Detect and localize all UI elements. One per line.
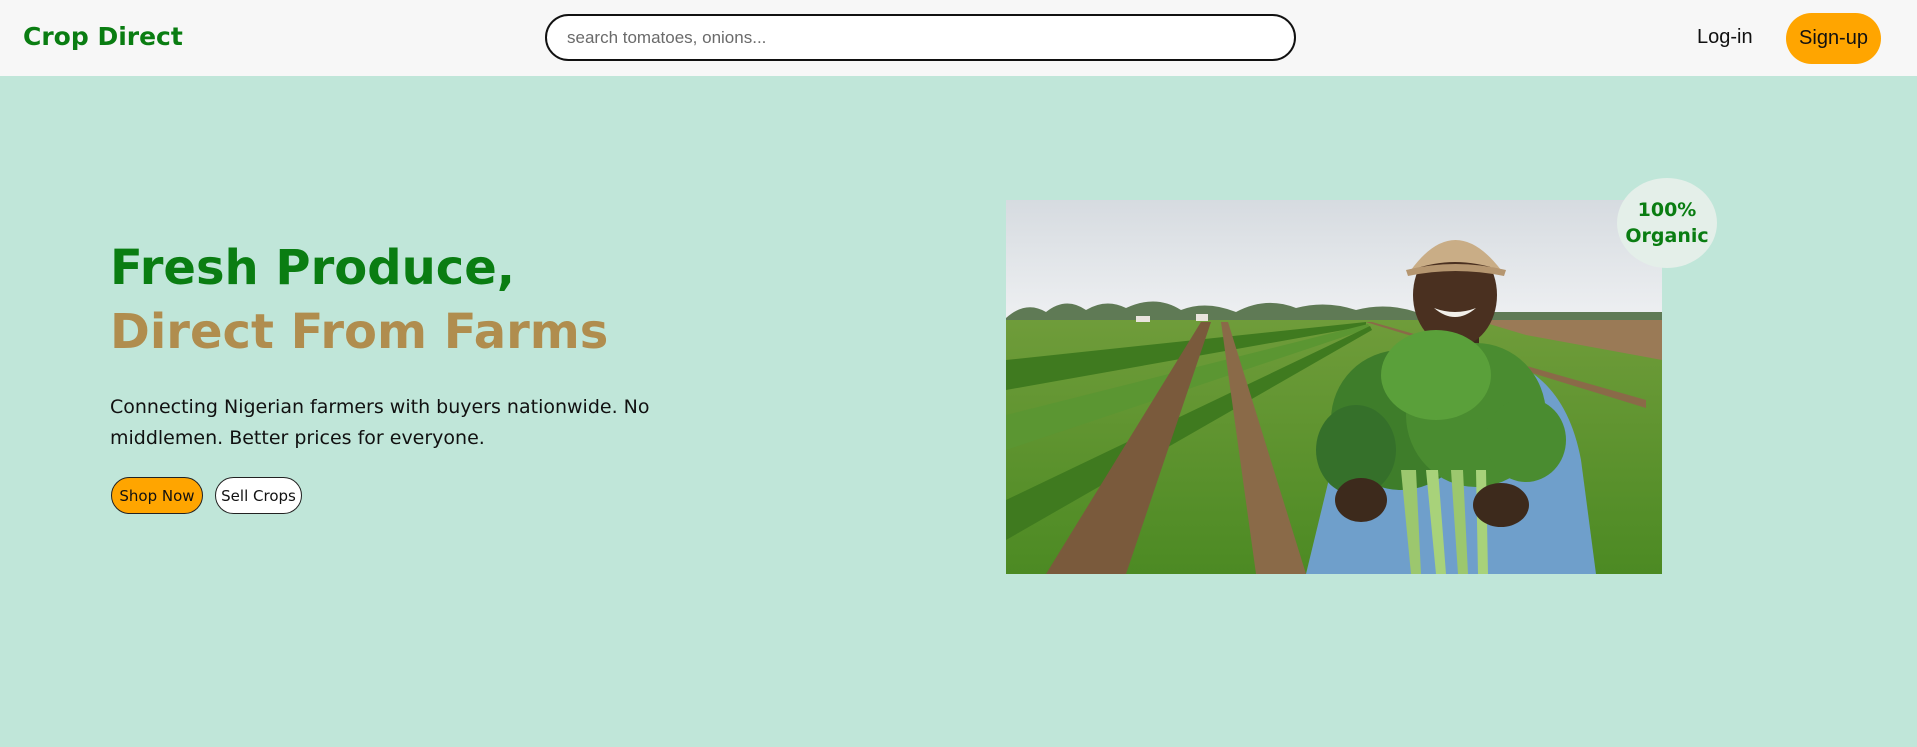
badge-label: Organic: [1625, 225, 1709, 247]
signup-button[interactable]: Sign-up: [1786, 13, 1881, 64]
hero-farmer-image: [1006, 200, 1662, 574]
sell-crops-button[interactable]: Sell Crops: [215, 477, 302, 514]
hero-headline-line1: Fresh Produce,: [110, 240, 515, 296]
login-link[interactable]: Log-in: [1697, 26, 1753, 49]
hero-subtitle: Connecting Nigerian farmers with buyers …: [110, 396, 650, 449]
search-bar[interactable]: [545, 14, 1296, 61]
search-input[interactable]: [567, 27, 1294, 48]
brand-logo[interactable]: Crop Direct: [23, 22, 183, 51]
top-nav-bar: Crop Direct Log-in Sign-up: [0, 0, 1917, 76]
organic-badge: 100% Organic: [1617, 178, 1717, 268]
hero-headline-line2: Direct From Farms: [110, 304, 609, 360]
shop-now-button[interactable]: Shop Now: [111, 477, 203, 514]
badge-percent: 100%: [1637, 199, 1697, 221]
